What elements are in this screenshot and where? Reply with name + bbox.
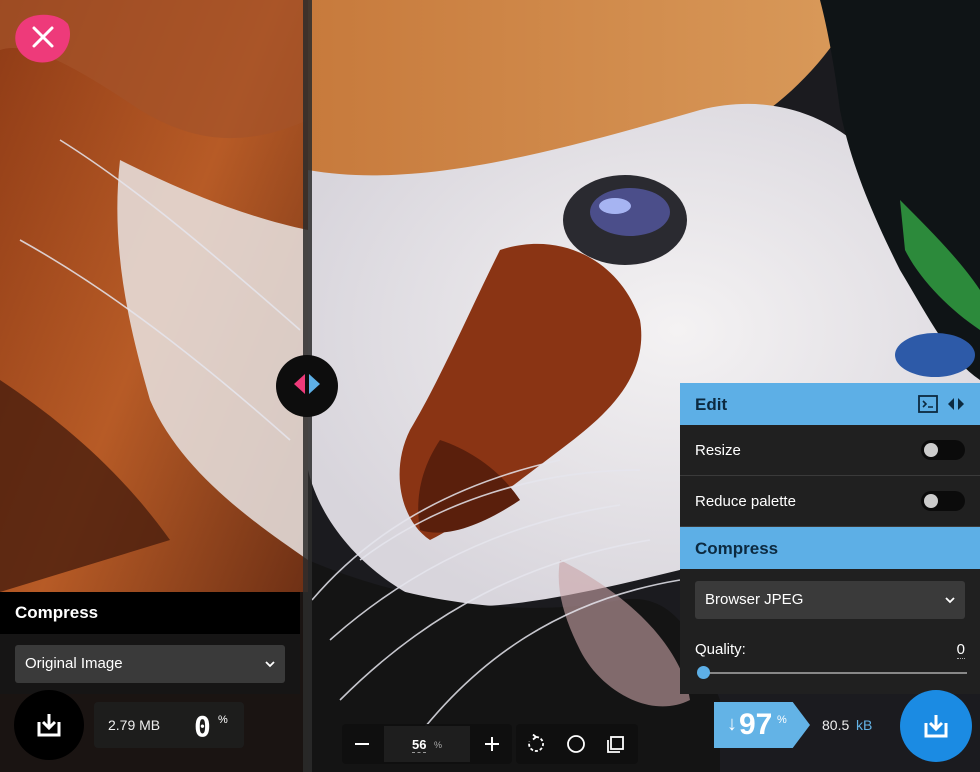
quality-value-input[interactable]: 0	[956, 641, 965, 659]
view-tools	[516, 724, 638, 764]
size-reduction-percent: 97	[739, 708, 773, 741]
edit-section-header: Edit	[680, 383, 980, 425]
compress-section-header: Compress	[680, 527, 980, 569]
right-download-button[interactable]	[900, 690, 972, 762]
left-options-panel: Compress Original Image	[0, 592, 300, 694]
quality-slider-track[interactable]	[702, 672, 967, 674]
size-reduction-badge: ↓ 97 %	[714, 702, 810, 748]
left-percent-sign: %	[218, 714, 228, 726]
right-method-value: Browser JPEG	[705, 591, 804, 608]
zoom-value: 56	[412, 737, 427, 753]
rotate-button[interactable]	[516, 724, 556, 764]
download-icon	[37, 714, 61, 737]
reduce-palette-row: Reduce palette	[680, 476, 980, 527]
zoom-field[interactable]: 56 %	[384, 726, 470, 762]
left-size-change-percent: 0	[194, 710, 211, 743]
resize-label: Resize	[695, 442, 741, 459]
quality-label: Quality:	[695, 641, 746, 658]
right-percent-sign: %	[777, 714, 787, 726]
chevron-down-icon	[265, 661, 275, 668]
left-method-value: Original Image	[25, 655, 123, 672]
left-download-button[interactable]	[14, 690, 84, 760]
zoom-unit: %	[434, 740, 443, 750]
right-method-select[interactable]: Browser JPEG	[695, 581, 965, 619]
left-compress-heading: Compress	[0, 592, 300, 634]
background-toggle-button[interactable]	[556, 724, 596, 764]
rotate-icon	[528, 734, 544, 752]
zoom-in-button[interactable]	[472, 724, 512, 764]
left-file-size: 2.79 MB	[108, 717, 161, 733]
app-window: Compress Original Image 2.79 MB 0 % Edit	[0, 0, 980, 772]
edit-heading: Edit	[695, 395, 728, 414]
compress-heading: Compress	[695, 539, 779, 558]
right-options-panel: Edit Resize Reduce palette Compress Brow…	[680, 383, 980, 694]
terminal-icon[interactable]	[918, 395, 938, 418]
swap-sides-icon[interactable]	[946, 395, 966, 418]
right-file-size-value: 80.5	[822, 717, 850, 733]
circle-icon	[567, 735, 585, 753]
minus-icon	[355, 743, 369, 745]
split-arrows-icon	[291, 372, 323, 401]
download-icon	[924, 715, 948, 738]
left-stats-box: 2.79 MB 0 %	[94, 702, 244, 748]
resize-toggle[interactable]	[921, 440, 965, 460]
close-button[interactable]	[14, 12, 72, 64]
chevron-down-icon	[945, 597, 955, 604]
reduce-palette-label: Reduce palette	[695, 493, 796, 510]
left-method-select[interactable]: Original Image	[15, 645, 285, 683]
zoom-controls: 56 %	[342, 724, 512, 764]
down-arrow-icon: ↓	[727, 713, 737, 735]
zoom-out-button[interactable]	[342, 724, 382, 764]
resize-row: Resize	[680, 425, 980, 476]
reduce-palette-toggle[interactable]	[921, 491, 965, 511]
right-file-size-unit: kB	[856, 717, 873, 733]
split-handle[interactable]	[276, 355, 338, 417]
crop-button[interactable]	[596, 724, 636, 764]
right-stats-box: ↓ 97 % 80.5 kB	[714, 702, 900, 748]
crop-icon	[607, 736, 624, 753]
close-icon	[15, 14, 71, 63]
quality-slider-thumb[interactable]	[697, 666, 710, 679]
plus-icon	[485, 737, 499, 751]
